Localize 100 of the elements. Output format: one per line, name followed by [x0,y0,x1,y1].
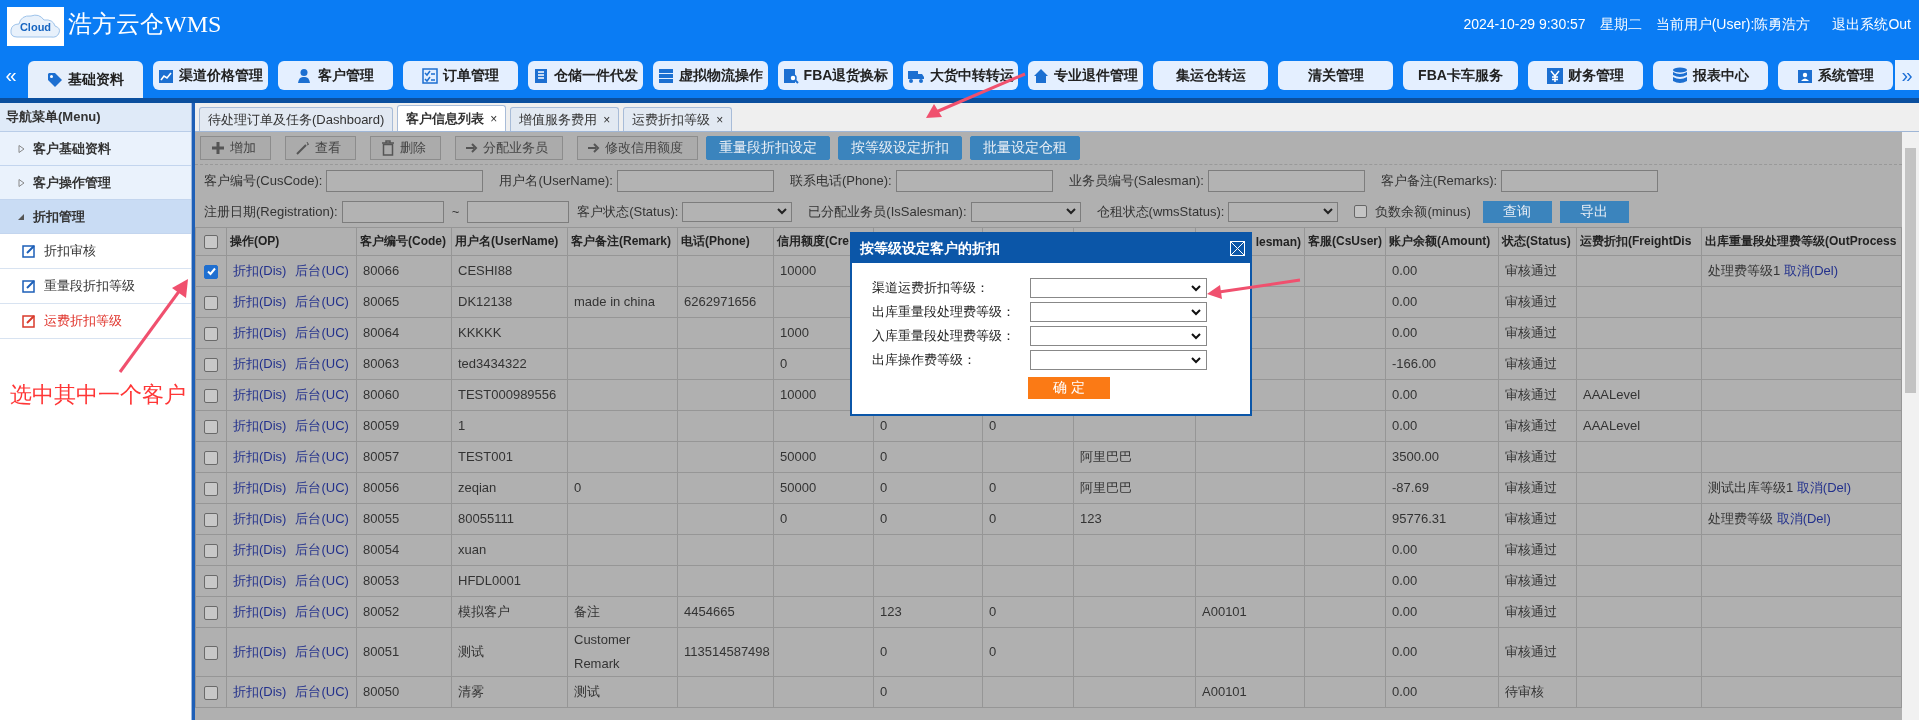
table-cell: ted3434322 [458,356,527,371]
nav-tab[interactable]: 基础资料 [28,61,143,98]
filter-label: 业务员编号(Salesman): [1068,171,1204,190]
nav-tab[interactable]: 虚拟物流操作 [653,61,768,90]
action-link[interactable]: 后台(UC) [295,538,349,562]
action-link[interactable]: 折扣(Dis) [233,600,287,624]
delete-link[interactable]: 取消(Del) [1776,511,1831,526]
filter-label: 联系电话(Phone): [789,171,892,190]
table-cell: 0 [880,449,888,464]
toolbar-button[interactable]: 批量设定仓租 [970,136,1080,160]
nav-tab[interactable]: 财务管理 [1528,61,1643,90]
table-cell: 80051 [363,644,400,659]
table-cell: 10000 [780,263,817,278]
close-tab-button[interactable]: × [490,111,498,126]
action-link[interactable]: 后台(UC) [295,640,349,664]
toolbar-button[interactable]: 删除 [370,136,441,160]
action-link[interactable]: 折扣(Dis) [233,680,287,704]
table-cell: 80063 [363,356,400,371]
toolbar-button[interactable]: 修改信用额度 [577,136,698,160]
datetime: 2024-10-29 9:30:57 [1463,16,1586,34]
action-link[interactable]: 后台(UC) [295,259,349,283]
action-link[interactable]: 折扣(Dis) [233,321,287,345]
action-link[interactable]: 折扣(Dis) [233,569,287,593]
nav-tab[interactable]: FBA卡车服务 [1403,61,1518,90]
nav-tab[interactable]: 报表中心 [1653,61,1768,90]
action-link[interactable]: 后台(UC) [295,414,349,438]
nav-tab[interactable]: 订单管理 [403,61,518,90]
action-link[interactable]: 折扣(Dis) [233,414,287,438]
toolbar-button[interactable]: 查看 [285,136,356,160]
table-cell: 95776.31 [1392,511,1447,526]
close-tab-button[interactable]: × [603,112,611,127]
nav-tab[interactable]: 系统管理 [1778,61,1893,90]
tab-label[interactable]: 运费折扣等级 [632,110,711,129]
table-cell: 0.00 [1392,263,1418,278]
action-link[interactable]: 后台(UC) [295,321,349,345]
menu-group[interactable]: 折扣管理 [0,200,191,234]
action-link[interactable]: 折扣(Dis) [233,259,287,283]
action-link[interactable]: 后台(UC) [295,383,349,407]
nav-tab[interactable]: 渠道价格管理 [153,61,268,90]
action-link[interactable]: 折扣(Dis) [233,383,287,407]
toolbar-button[interactable]: 按等级设定折扣 [838,136,962,160]
tab[interactable]: 待处理订单及任务(Dashboard) [199,107,394,131]
delete-link[interactable]: 取消(Del) [1783,263,1839,278]
action-link[interactable]: 折扣(Dis) [233,352,287,376]
nav-tab[interactable]: 仓储一件代发 [528,61,643,90]
scroll-right-button[interactable]: » [1895,60,1919,90]
delete-link[interactable]: 取消(Del) [1796,480,1852,495]
filter-button[interactable]: 查询 [1482,200,1552,223]
table-cell: 阿里巴巴 [1080,480,1132,495]
toolbar-button[interactable]: 增加 [200,136,271,160]
table-cell: 80065 [363,294,400,309]
filter-button[interactable]: 导出 [1559,200,1629,223]
tab-label[interactable]: 待处理订单及任务(Dashboard) [208,110,385,129]
tab[interactable]: 运费折扣等级 × [623,107,733,131]
table-cell: 审核通过 [1505,294,1557,309]
action-link[interactable]: 后台(UC) [295,476,349,500]
table-cell: A00101 [1202,684,1247,699]
tab[interactable]: 客户信息列表 × [397,105,507,131]
action-link[interactable]: 折扣(Dis) [233,445,287,469]
nav-tab[interactable]: 清关管理 [1278,61,1393,90]
nav-tab[interactable]: 专业退件管理 [1028,61,1143,90]
action-link[interactable]: 后台(UC) [295,600,349,624]
table-cell: 0.00 [1392,325,1418,340]
toolbar-button[interactable]: 分配业务员 [455,136,563,160]
action-link[interactable]: 后台(UC) [295,445,349,469]
menu-group[interactable]: 客户基础资料 [0,132,191,166]
table-cell: 处理费等级 [1708,511,1773,526]
table-cell: -166.00 [1392,356,1437,371]
nav-tab[interactable]: 集运仓转运 [1153,61,1268,90]
action-link[interactable]: 后台(UC) [295,352,349,376]
tab[interactable]: 增值服务费用 × [510,107,620,131]
action-link[interactable]: 后台(UC) [295,680,349,704]
tab-label[interactable]: 增值服务费用 [519,110,598,129]
weekday: 星期二 [1599,16,1642,34]
action-link[interactable]: 后台(UC) [295,290,349,314]
logout-link[interactable]: 退出系统Out [1832,16,1911,34]
toolbar-button[interactable]: 重量段折扣设定 [706,136,830,160]
menu-item[interactable]: 折扣审核 [0,234,191,269]
nav-tab[interactable]: 客户管理 [278,61,393,90]
action-link[interactable]: 折扣(Dis) [233,507,287,531]
dialog-title: 按等级设定客户的折扣 [860,239,1000,258]
nav-tab[interactable]: FBA退货换标 [778,61,893,90]
action-link[interactable]: 折扣(Dis) [233,290,287,314]
menu-group[interactable]: 客户操作管理 [0,166,191,200]
table-cell: 3500.00 [1392,449,1439,464]
action-link[interactable]: 后台(UC) [295,507,349,531]
filter-label: 用户名(UserName): [499,171,613,190]
table-cell: 123 [1080,511,1102,526]
tab-label[interactable]: 客户信息列表 [406,109,485,128]
close-tab-button[interactable]: × [716,112,724,127]
action-link[interactable]: 折扣(Dis) [233,538,287,562]
filter-label: 客户备注(Remarks): [1380,171,1498,190]
table-cell: 待审核 [1505,684,1544,699]
action-link[interactable]: 后台(UC) [295,569,349,593]
table-cell: 审核通过 [1505,325,1557,340]
menu-item[interactable]: 运费折扣等级 [0,304,191,339]
table-cell: 0.00 [1392,542,1418,557]
action-link[interactable]: 折扣(Dis) [233,640,287,664]
table-cell: 50000 [780,449,817,464]
action-link[interactable]: 折扣(Dis) [233,476,287,500]
